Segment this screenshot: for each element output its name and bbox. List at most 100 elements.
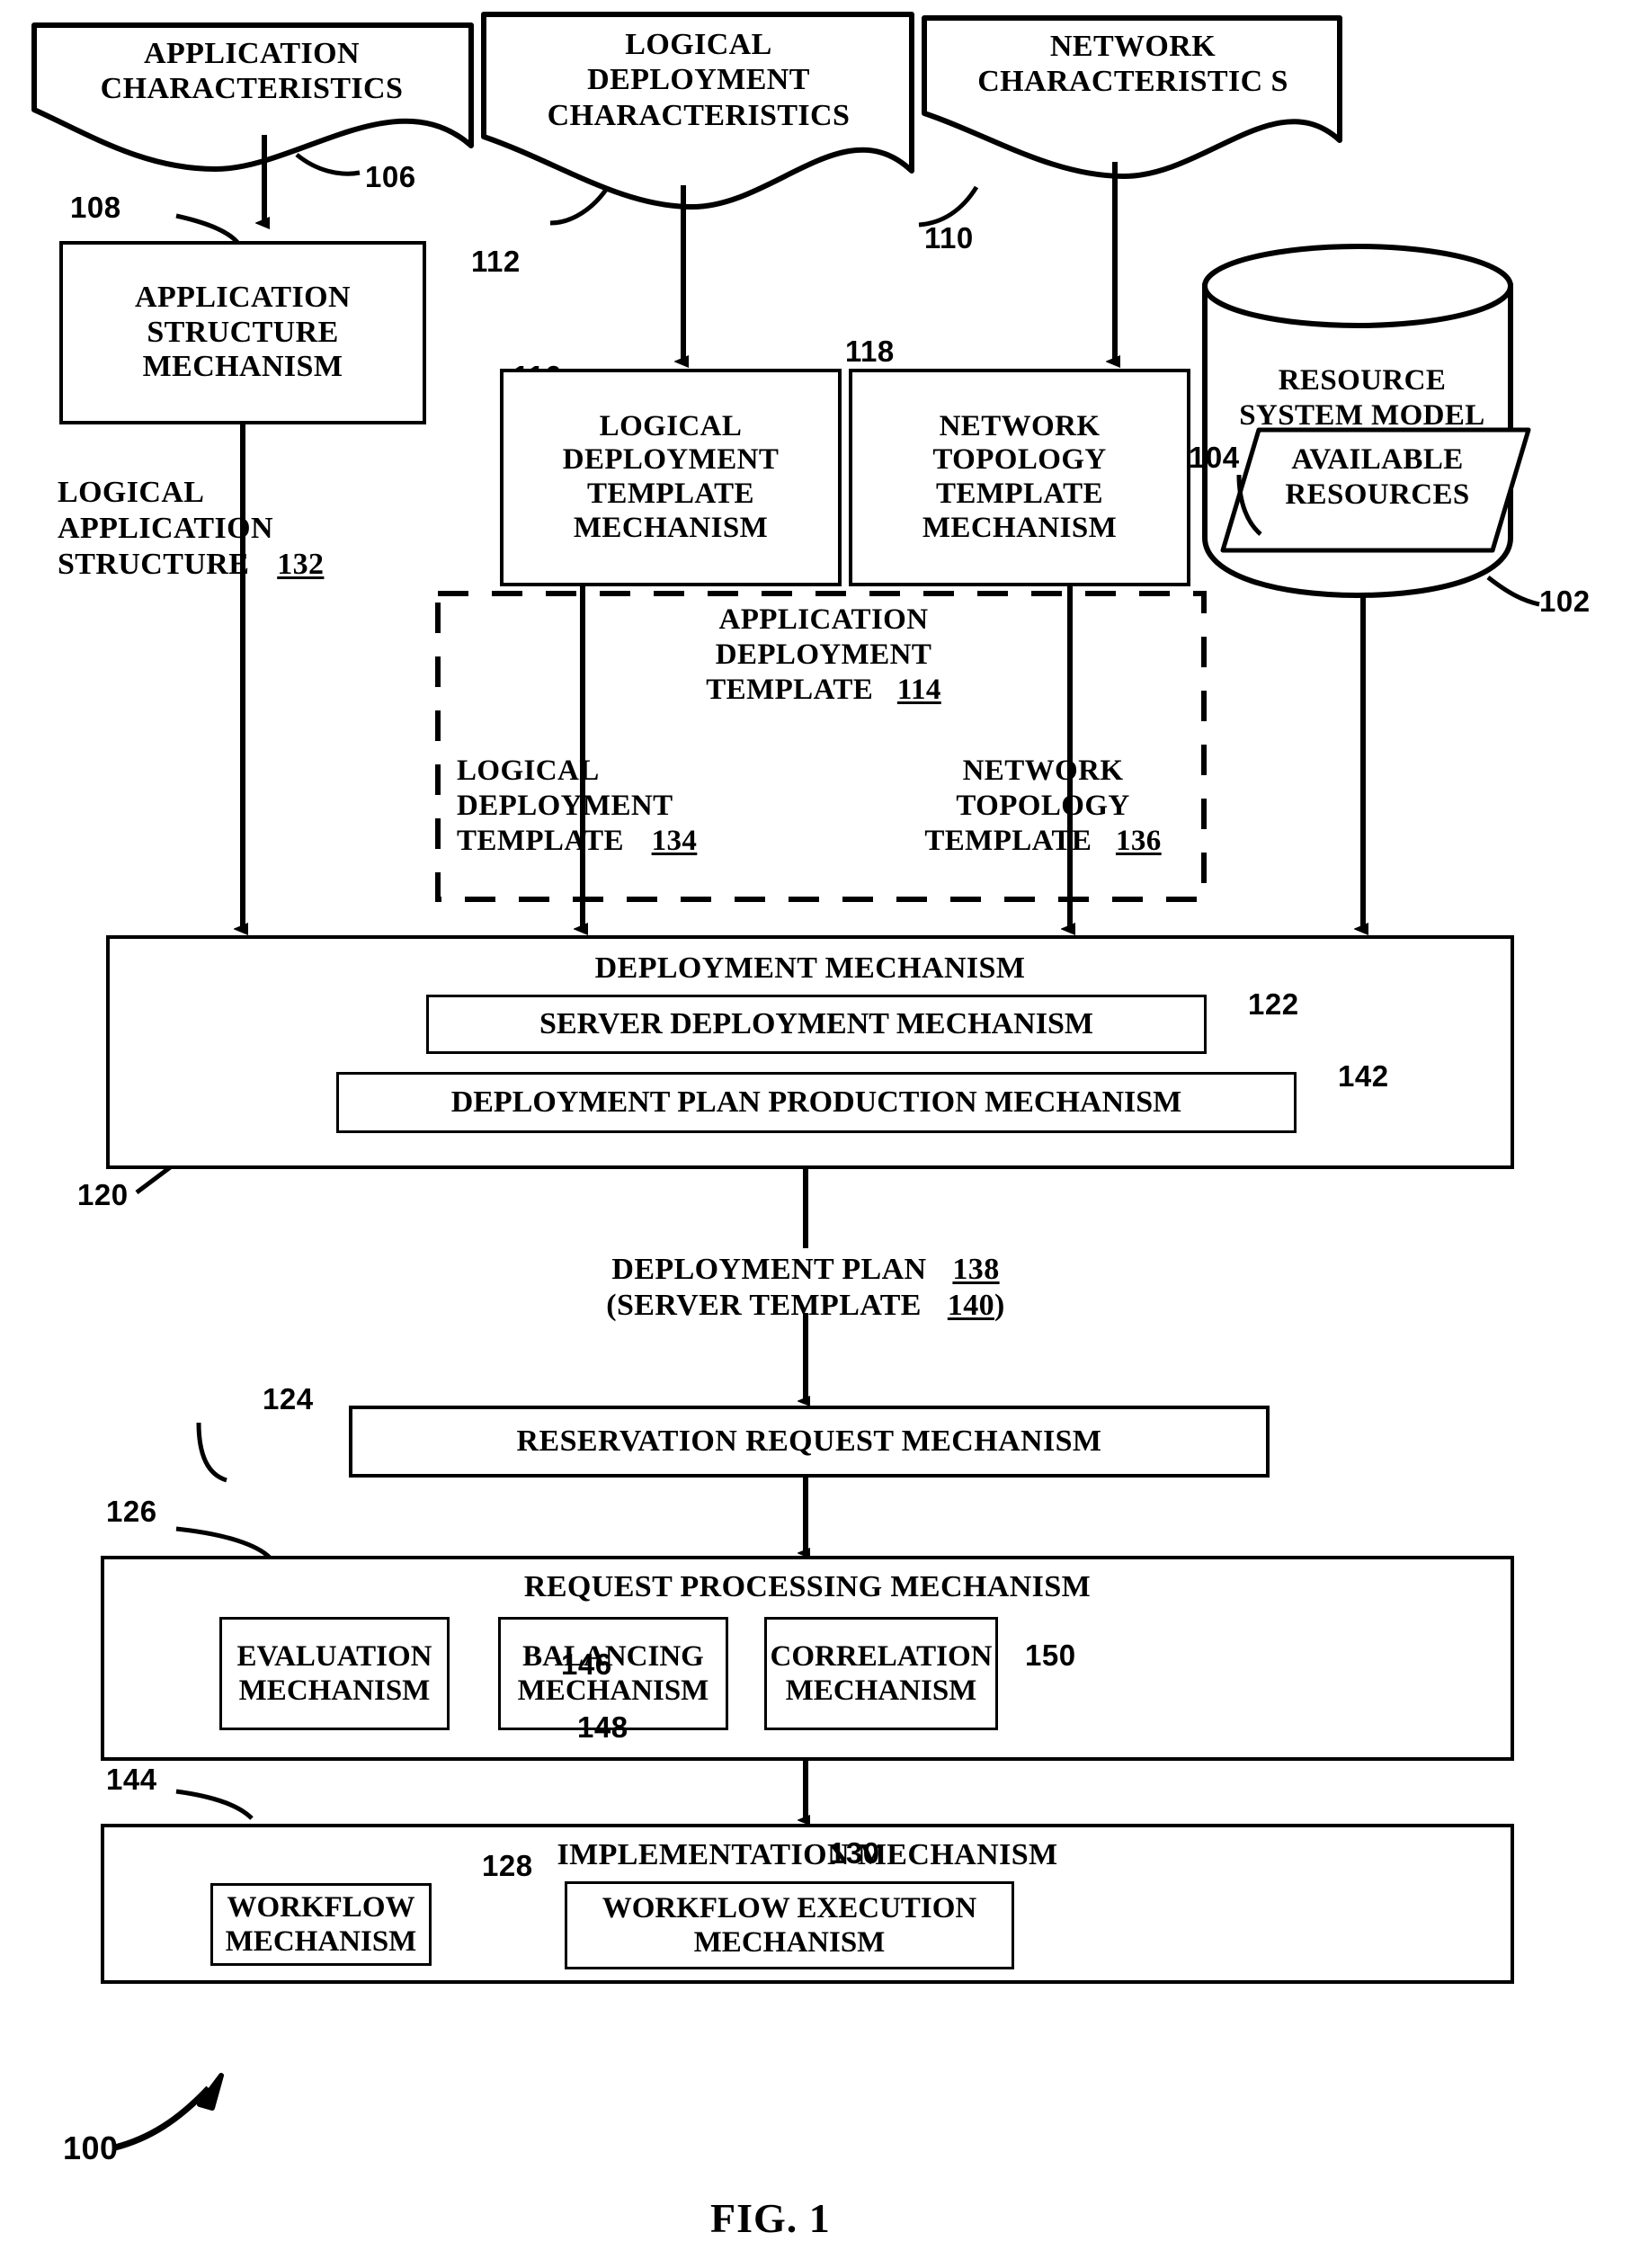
ref-120: 120	[77, 1178, 129, 1211]
ref-122: 122	[1248, 987, 1299, 1021]
leader-124	[196, 1422, 227, 1483]
deployment-mechanism-box[interactable]: DEPLOYMENT MECHANISM SERVER DEPLOYMENT M…	[106, 935, 1514, 1169]
ref-128: 128	[482, 1849, 533, 1882]
ref-132: 132	[277, 548, 325, 582]
nttm-line-3: TEMPLATE	[936, 478, 1103, 510]
nttm-line-2: TOPOLOGY	[932, 443, 1107, 477]
resource-system-model-label: RESOURCE SYSTEM MODEL	[1214, 363, 1511, 433]
ldt-line-1: LOGICAL	[457, 755, 600, 787]
server-template-label: (SERVER TEMPLATE	[606, 1289, 922, 1323]
wfe-line-2: MECHANISM	[693, 1926, 886, 1959]
leader-100	[114, 2085, 211, 2151]
server-template-suffix: )	[994, 1289, 1005, 1323]
evaluation-mechanism-box[interactable]: EVALUATION MECHANISM	[219, 1617, 450, 1730]
correlation-mechanism-box[interactable]: CORRELATION MECHANISM	[764, 1617, 998, 1730]
ref-134: 134	[651, 824, 698, 857]
eval-line-2: MECHANISM	[238, 1674, 431, 1707]
asm-line-3: MECHANISM	[142, 350, 343, 384]
workflow-execution-mechanism-box[interactable]: WORKFLOW EXECUTION MECHANISM	[565, 1881, 1014, 1969]
reservation-request-mechanism-box[interactable]: RESERVATION REQUEST MECHANISM	[349, 1406, 1270, 1478]
bal-line-1: BALANCING	[522, 1639, 704, 1673]
rsm-line-1: RESOURCE	[1278, 364, 1447, 397]
ref-100: 100	[63, 2130, 119, 2166]
ref-114: 114	[896, 673, 941, 706]
ref-102: 102	[1539, 585, 1591, 618]
ar-line-1: AVAILABLE	[1291, 443, 1464, 476]
implementation-mechanism-box[interactable]: IMPLEMENTATION MECHANISM WORKFLOW MECHAN…	[101, 1824, 1514, 1984]
logical-deployment-template-mechanism-box[interactable]: LOGICAL DEPLOYMENT TEMPLATE MECHANISM	[500, 369, 842, 586]
ldtm-line-2: DEPLOYMENT	[562, 443, 780, 477]
deployment-plan-production-mechanism-box[interactable]: DEPLOYMENT PLAN PRODUCTION MECHANISM	[336, 1072, 1297, 1133]
ref-148: 148	[577, 1710, 628, 1744]
leader-106	[295, 153, 361, 176]
las-line-2: APPLICATION	[58, 512, 273, 546]
network-topology-template-mechanism-box[interactable]: NETWORK TOPOLOGY TEMPLATE MECHANISM	[849, 369, 1190, 586]
ref-108: 108	[70, 191, 121, 224]
las-line-3: STRUCTURE	[58, 548, 250, 582]
reservation-request-mechanism-title: RESERVATION REQUEST MECHANISM	[516, 1424, 1102, 1458]
adt-line-1: APPLICATION	[718, 603, 929, 636]
ldc-line-3: CHARACTERISTICS	[547, 98, 851, 132]
network-characteristics-label: NETWORK CHARACTERISTIC S	[926, 29, 1340, 100]
adt-line-2: DEPLOYMENT	[715, 638, 932, 671]
wf-line-1: WORKFLOW	[227, 1890, 415, 1924]
logical-deployment-template-artifact: LOGICAL DEPLOYMENT TEMPLATE 134	[457, 754, 816, 859]
ref-140: 140	[947, 1289, 994, 1323]
ref-104: 104	[1189, 441, 1240, 474]
adt-line-3: TEMPLATE	[706, 673, 874, 706]
ref-142: 142	[1338, 1059, 1389, 1093]
ldt-line-2: DEPLOYMENT	[457, 789, 673, 822]
ref-124: 124	[263, 1382, 314, 1415]
wf-line-2: MECHANISM	[225, 1925, 417, 1958]
ref-130: 130	[829, 1836, 880, 1870]
deployment-plan-artifact: DEPLOYMENT PLAN 138 (SERVER TEMPLATE 140…	[536, 1252, 1075, 1324]
figure-label: FIG. 1	[710, 2195, 831, 2241]
request-processing-mechanism-box[interactable]: REQUEST PROCESSING MECHANISM EVALUATION …	[101, 1556, 1514, 1761]
ref-110: 110	[924, 221, 974, 254]
ref-144: 144	[106, 1763, 157, 1796]
ar-line-2: RESOURCES	[1285, 478, 1470, 511]
ldc-line-2: DEPLOYMENT	[587, 63, 810, 97]
ldc-line-1: LOGICAL	[625, 28, 772, 61]
asm-line-1: APPLICATION	[135, 280, 351, 314]
app-chars-line-2: CHARACTERISTICS	[100, 72, 404, 106]
eval-line-1: EVALUATION	[236, 1639, 432, 1673]
ntt-line-3: TEMPLATE	[924, 824, 1092, 857]
las-line-1: LOGICAL	[58, 476, 205, 509]
application-deployment-template-artifact: APPLICATION DEPLOYMENT TEMPLATE 114	[617, 603, 1030, 708]
leader-144	[175, 1789, 254, 1820]
ref-138: 138	[952, 1253, 1000, 1286]
implementation-mechanism-title: IMPLEMENTATION MECHANISM	[557, 1838, 1058, 1871]
leader-126	[175, 1526, 272, 1559]
ntt-line-1: NETWORK	[962, 755, 1124, 787]
ntt-line-2: TOPOLOGY	[956, 789, 1130, 822]
ldtm-line-1: LOGICAL	[599, 409, 743, 442]
asm-line-2: STRUCTURE	[147, 315, 339, 349]
available-resources-label: AVAILABLE RESOURCES	[1252, 442, 1503, 513]
patent-figure-page: APPLICATION CHARACTERISTICS LOGICAL DEPL…	[0, 0, 1631, 2268]
network-topology-template-artifact: NETWORK TOPOLOGY TEMPLATE 136	[872, 754, 1214, 859]
corr-line-1: CORRELATION	[770, 1639, 993, 1673]
workflow-mechanism-box[interactable]: WORKFLOW MECHANISM	[210, 1883, 432, 1966]
application-structure-mechanism-box[interactable]: APPLICATION STRUCTURE MECHANISM	[59, 241, 426, 424]
ref-118: 118	[845, 335, 895, 368]
ref-126: 126	[106, 1495, 157, 1528]
nc-line-1: NETWORK	[1049, 30, 1217, 63]
server-deployment-mechanism-box[interactable]: SERVER DEPLOYMENT MECHANISM	[426, 995, 1207, 1054]
nttm-line-1: NETWORK	[939, 409, 1101, 442]
ref-106: 106	[365, 160, 416, 193]
leader-112	[549, 185, 611, 226]
resource-system-model-cylinder-top	[1202, 244, 1513, 328]
ref-136: 136	[1115, 824, 1162, 857]
nttm-line-4: MECHANISM	[922, 511, 1118, 544]
ref-150: 150	[1025, 1638, 1076, 1672]
logical-deployment-characteristics-label: LOGICAL DEPLOYMENT CHARACTERISTICS	[486, 27, 912, 133]
ldt-line-3: TEMPLATE	[457, 824, 624, 857]
app-chars-line-1: APPLICATION	[144, 37, 360, 70]
deployment-plan-label: DEPLOYMENT PLAN	[611, 1253, 927, 1286]
nc-line-2: CHARACTERISTIC S	[977, 65, 1288, 99]
leader-110	[918, 185, 979, 228]
ref-146: 146	[561, 1647, 612, 1681]
deployment-mechanism-title: DEPLOYMENT MECHANISM	[594, 951, 1026, 985]
application-characteristics-label: APPLICATION CHARACTERISTICS	[36, 36, 468, 107]
